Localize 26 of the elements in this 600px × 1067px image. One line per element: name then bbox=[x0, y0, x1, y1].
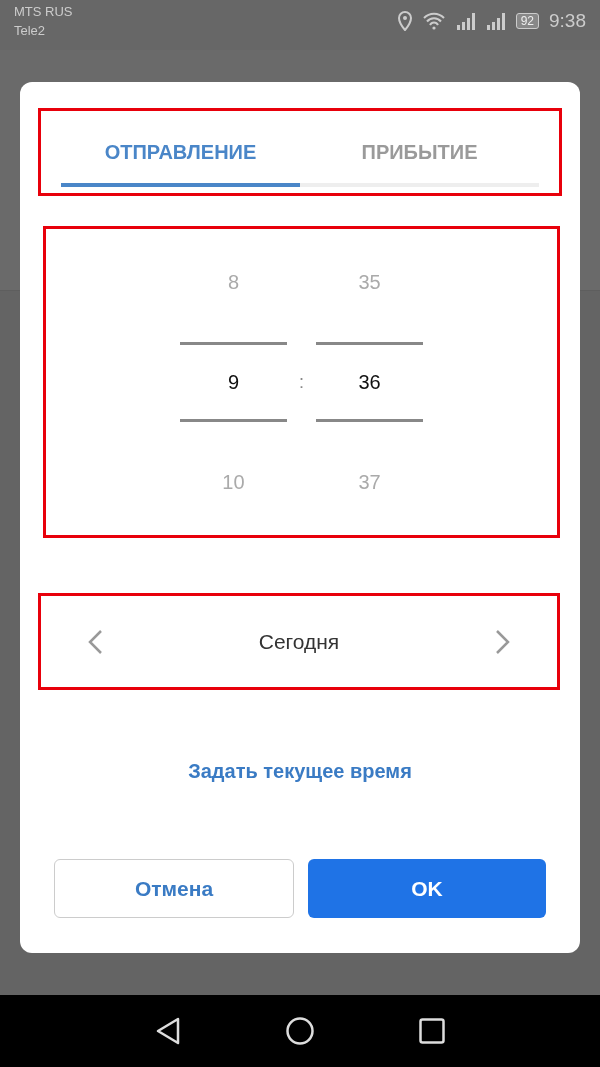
recents-icon[interactable] bbox=[419, 1018, 445, 1044]
cancel-button[interactable]: Отмена bbox=[54, 859, 294, 918]
home-icon[interactable] bbox=[286, 1017, 314, 1045]
carrier-name: MTS RUS bbox=[14, 4, 73, 19]
ok-button[interactable]: OK bbox=[308, 859, 546, 918]
tab[interactable]: ПРИБЫТИЕ bbox=[300, 141, 539, 187]
picker-value[interactable]: 35 bbox=[316, 232, 423, 332]
picker-selected-value[interactable]: 9 bbox=[180, 342, 287, 422]
picker-value[interactable]: 8 bbox=[180, 232, 287, 332]
battery-level: 92 bbox=[515, 13, 539, 29]
signal-icon bbox=[455, 12, 476, 30]
chevron-left-icon[interactable] bbox=[87, 628, 103, 655]
location-icon bbox=[397, 11, 412, 31]
clock-time: 9:38 bbox=[549, 10, 586, 32]
carrier-name: Tele2 bbox=[14, 23, 47, 38]
picker-value[interactable]: 37 bbox=[316, 432, 423, 532]
back-icon[interactable] bbox=[155, 1017, 181, 1045]
time-separator: : bbox=[299, 371, 304, 393]
wifi-icon bbox=[421, 12, 446, 30]
picker-selected-value[interactable]: 36 bbox=[316, 342, 423, 422]
current-time-link[interactable]: Задать текущее время bbox=[188, 760, 412, 783]
tab[interactable]: ОТПРАВЛЕНИЕ bbox=[61, 141, 300, 187]
date-label: Сегодня bbox=[258, 629, 340, 654]
picker-value[interactable]: 10 bbox=[180, 432, 287, 532]
signal-icon bbox=[485, 12, 506, 30]
chevron-right-icon[interactable] bbox=[495, 628, 511, 655]
